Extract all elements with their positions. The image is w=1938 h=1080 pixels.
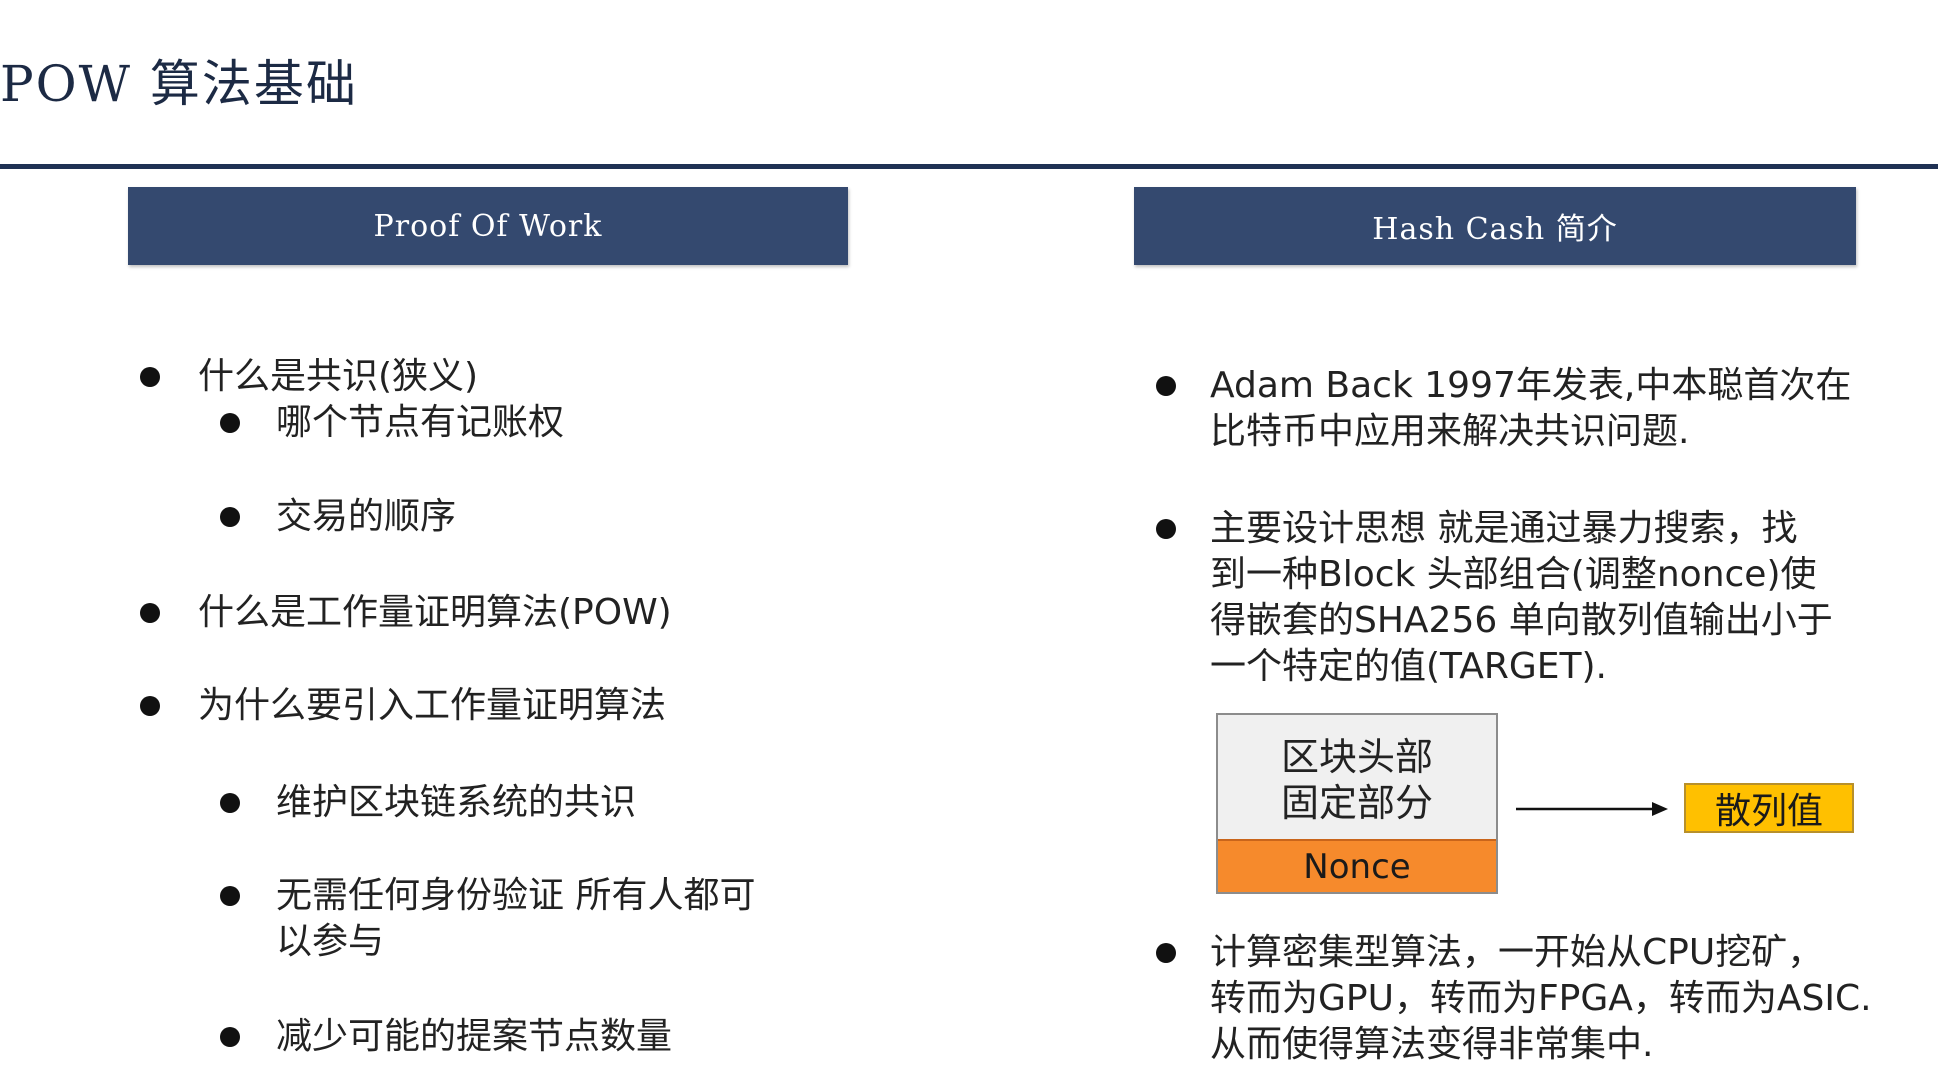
proof-of-work-header: Proof Of Work bbox=[128, 187, 848, 265]
list-item-text: 维护区块链系统的共识 bbox=[276, 782, 637, 823]
list-item: 什么是共识(狭义) bbox=[140, 354, 478, 400]
list-item: 为什么要引入工作量证明算法 bbox=[140, 683, 666, 729]
list-item-text: 计算密集型算法，一开始从CPU挖矿， 转而为GPU，转而为FPGA，转而为ASI… bbox=[1210, 932, 1872, 1065]
bullet-icon bbox=[140, 603, 160, 623]
list-item-text: 主要设计思想 就是通过暴力搜索，找 到一种Block 头部组合(调整nonce)… bbox=[1210, 508, 1833, 687]
list-item: 计算密集型算法，一开始从CPU挖矿， 转而为GPU，转而为FPGA，转而为ASI… bbox=[1156, 930, 1872, 1068]
bullet-icon bbox=[220, 507, 240, 527]
bullet-icon bbox=[140, 367, 160, 387]
hash-cash-header: Hash Cash 简介 bbox=[1134, 187, 1856, 265]
list-item: 交易的顺序 bbox=[220, 494, 456, 540]
list-item-text: Adam Back 1997年发表,中本聪首次在 比特币中应用来解决共识问题. bbox=[1210, 365, 1852, 452]
bullet-icon bbox=[140, 696, 160, 716]
list-item: 减少可能的提案节点数量 bbox=[220, 1014, 672, 1060]
list-item-text: 什么是工作量证明算法(POW) bbox=[198, 592, 672, 633]
list-item: 哪个节点有记账权 bbox=[220, 400, 564, 446]
bullet-icon bbox=[1156, 519, 1176, 539]
list-item-text: 交易的顺序 bbox=[276, 496, 457, 537]
bullet-icon bbox=[220, 1027, 240, 1047]
list-item-text: 什么是共识(狭义) bbox=[198, 356, 479, 397]
list-item: Adam Back 1997年发表,中本聪首次在 比特币中应用来解决共识问题. bbox=[1156, 363, 1851, 455]
right-arrow-icon bbox=[1516, 802, 1668, 816]
title-divider bbox=[0, 164, 1938, 169]
bullet-icon bbox=[220, 886, 240, 906]
bullet-icon bbox=[1156, 376, 1176, 396]
list-item-text: 减少可能的提案节点数量 bbox=[276, 1016, 673, 1057]
block-header-diagram: 区块头部 固定部分 Nonce bbox=[1216, 713, 1498, 894]
list-item: 什么是工作量证明算法(POW) bbox=[140, 590, 672, 636]
list-item: 无需任何身份验证 所有人都可 以参与 bbox=[220, 873, 755, 965]
page-title: POW 算法基础 bbox=[0, 55, 358, 113]
bullet-icon bbox=[220, 413, 240, 433]
bullet-icon bbox=[1156, 943, 1176, 963]
list-item-text: 为什么要引入工作量证明算法 bbox=[198, 685, 667, 726]
list-item: 主要设计思想 就是通过暴力搜索，找 到一种Block 头部组合(调整nonce)… bbox=[1156, 506, 1833, 690]
nonce-field: Nonce bbox=[1218, 839, 1496, 892]
list-item: 维护区块链系统的共识 bbox=[220, 780, 636, 826]
hash-value-box: 散列值 bbox=[1684, 783, 1854, 833]
list-item-text: 无需任何身份验证 所有人都可 以参与 bbox=[276, 875, 756, 962]
block-header-fixed-part: 区块头部 固定部分 bbox=[1280, 735, 1433, 825]
bullet-icon bbox=[220, 793, 240, 813]
list-item-text: 哪个节点有记账权 bbox=[276, 402, 565, 443]
